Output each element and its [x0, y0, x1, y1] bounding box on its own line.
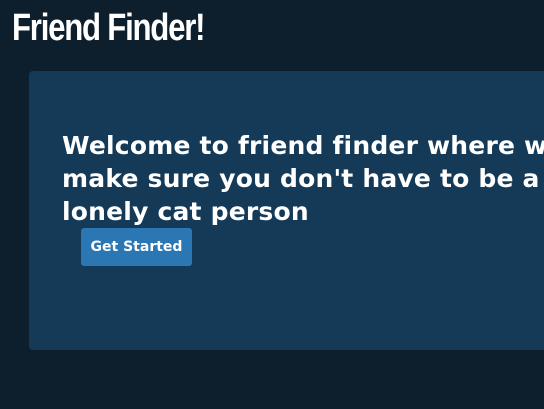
get-started-button[interactable]: Get Started — [81, 228, 192, 266]
hero-welcome-text: Welcome to friend finder where we make s… — [62, 131, 544, 226]
hero-card: Welcome to friend finder where we make s… — [29, 71, 544, 350]
page-title: Friend Finder! — [12, 7, 205, 49]
